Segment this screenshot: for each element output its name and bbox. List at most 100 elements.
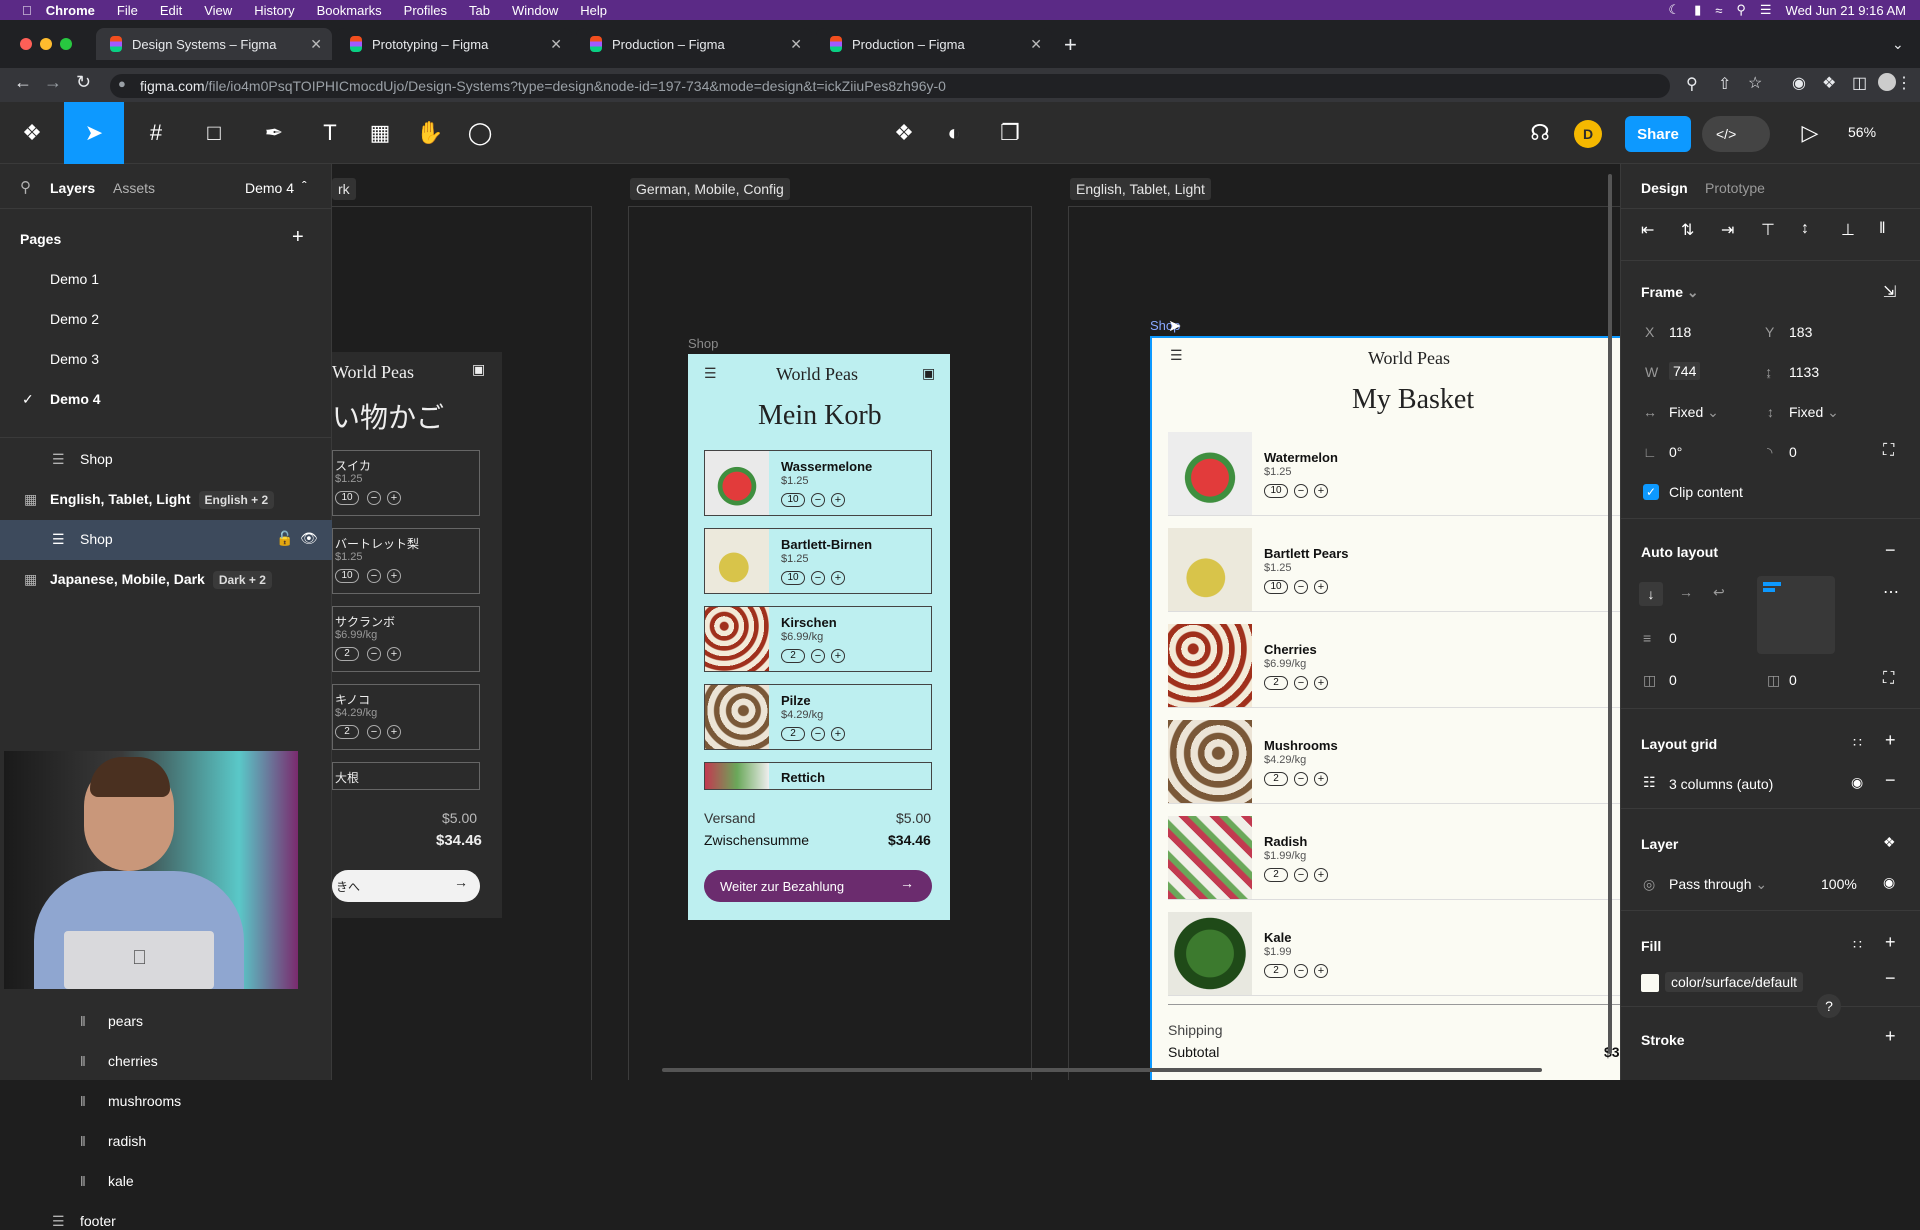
- vertical-padding-input[interactable]: 0: [1789, 672, 1797, 688]
- layer-styles-icon[interactable]: ❖: [1883, 834, 1896, 851]
- layer-pears[interactable]: pears: [108, 1013, 143, 1029]
- minus-button[interactable]: −: [367, 491, 381, 505]
- figma-main-menu-icon[interactable]: ❖: [8, 102, 56, 164]
- lock-icon[interactable]: ●: [118, 76, 126, 91]
- sidebar-icon[interactable]: ◫: [1852, 73, 1867, 93]
- quantity-field[interactable]: 2: [1264, 676, 1288, 690]
- design-canvas[interactable]: rk German, Mobile, Config English, Table…: [332, 164, 1620, 1080]
- tab-prototype[interactable]: Prototype: [1705, 180, 1765, 196]
- minus-button[interactable]: −: [1294, 772, 1308, 786]
- page-item-demo3[interactable]: Demo 3: [50, 351, 99, 367]
- puzzle-icon[interactable]: ❖: [1822, 73, 1836, 93]
- fill-swatch[interactable]: [1641, 974, 1659, 992]
- tab-assets[interactable]: Assets: [113, 180, 155, 196]
- battery-icon[interactable]: ▮: [1694, 2, 1701, 18]
- hamburger-menu-icon[interactable]: ☰: [1170, 348, 1183, 365]
- menu-profiles[interactable]: Profiles: [404, 3, 447, 18]
- cart-item-mushrooms[interactable]: Mushrooms $4.29/kg 2 − +: [1168, 720, 1620, 804]
- direction-vertical-icon[interactable]: ↓: [1639, 582, 1663, 606]
- menu-tab[interactable]: Tab: [469, 3, 490, 18]
- align-center-h-icon[interactable]: ⇅: [1681, 220, 1694, 240]
- layer-mushrooms[interactable]: mushrooms: [108, 1093, 181, 1109]
- quantity-field[interactable]: 2: [781, 649, 805, 663]
- minus-button[interactable]: −: [1294, 676, 1308, 690]
- fill-styles-icon[interactable]: ∷: [1853, 936, 1862, 953]
- wifi-icon[interactable]: ≈: [1715, 3, 1722, 18]
- pen-tool-icon[interactable]: ✒: [250, 102, 298, 164]
- variable-mode-badge[interactable]: English + 2: [198, 491, 275, 509]
- height-mode-select[interactable]: Fixed ⌄: [1789, 404, 1839, 421]
- cart-item[interactable]: サクランボ $6.99/kg 2 − +: [332, 606, 480, 672]
- moon-icon[interactable]: ☾: [1668, 2, 1680, 18]
- cart-item-kirschen[interactable]: Kirschen $6.99/kg 2 − +: [704, 606, 932, 672]
- remove-layout-grid-icon[interactable]: −: [1885, 770, 1896, 791]
- plus-button[interactable]: +: [831, 649, 845, 663]
- plus-button[interactable]: +: [387, 725, 401, 739]
- frame-label-shop-small[interactable]: Shop: [688, 336, 718, 351]
- page-item-demo4[interactable]: Demo 4: [50, 391, 101, 407]
- quantity-field[interactable]: 2: [1264, 772, 1288, 786]
- minus-button[interactable]: −: [811, 727, 825, 741]
- cart-item[interactable]: キノコ $4.29/kg 2 − +: [332, 684, 480, 750]
- plus-button[interactable]: +: [1314, 964, 1328, 978]
- cart-item-wassermelone[interactable]: Wassermelone $1.25 10 − +: [704, 450, 932, 516]
- gap-input[interactable]: 0: [1669, 630, 1677, 646]
- layer-shop-selected[interactable]: Shop: [80, 531, 113, 547]
- layer-footer[interactable]: footer: [80, 1213, 116, 1229]
- eye-icon[interactable]: ◉: [1851, 774, 1863, 791]
- grid-styles-icon[interactable]: ∷: [1853, 734, 1862, 751]
- component-icon[interactable]: ❖: [880, 102, 928, 164]
- page-item-demo2[interactable]: Demo 2: [50, 311, 99, 327]
- plus-button[interactable]: +: [831, 493, 845, 507]
- rotation-input[interactable]: 0°: [1669, 444, 1682, 460]
- menu-view[interactable]: View: [204, 3, 232, 18]
- cart-item-cherries[interactable]: Cherries $6.99/kg 2 − +: [1168, 624, 1620, 708]
- cart-item-radish[interactable]: Radish $1.99/kg 2 − +: [1168, 816, 1620, 900]
- cart-item[interactable]: スイカ $1.25 10 − +: [332, 450, 480, 516]
- window-close-button[interactable]: [20, 38, 32, 50]
- page-selector[interactable]: Demo 4: [245, 180, 294, 196]
- chevron-down-icon[interactable]: ⌄: [1892, 36, 1904, 53]
- quantity-field[interactable]: 2: [335, 647, 359, 661]
- distribute-icon[interactable]: ‖: [1879, 220, 1886, 238]
- quantity-field[interactable]: 10: [335, 569, 359, 583]
- width-input[interactable]: 744: [1669, 362, 1701, 380]
- cart-item-kale[interactable]: Kale $1.99 2 − +: [1168, 912, 1620, 996]
- minus-button[interactable]: −: [811, 493, 825, 507]
- x-input[interactable]: 118: [1669, 324, 1691, 340]
- extension-icon[interactable]: ◉: [1792, 73, 1806, 93]
- minus-button[interactable]: −: [1294, 580, 1308, 594]
- minus-button[interactable]: −: [367, 569, 381, 583]
- menu-file[interactable]: File: [117, 3, 138, 18]
- basket-icon[interactable]: ▣: [472, 362, 485, 379]
- chevron-up-icon[interactable]: ˆ: [302, 178, 307, 194]
- menu-history[interactable]: History: [254, 3, 294, 18]
- page-item-demo1[interactable]: Demo 1: [50, 271, 99, 287]
- minus-button[interactable]: −: [367, 647, 381, 661]
- frame-label-partial[interactable]: rk: [332, 178, 356, 200]
- text-tool-icon[interactable]: T: [306, 102, 354, 164]
- tab-production-2[interactable]: Production – Figma ✕: [816, 28, 1052, 60]
- horizontal-padding-input[interactable]: 0: [1669, 672, 1677, 688]
- frame-tool-icon[interactable]: #: [132, 102, 180, 164]
- minus-button[interactable]: −: [1294, 868, 1308, 882]
- close-icon[interactable]: ✕: [550, 36, 562, 53]
- menu-window[interactable]: Window: [512, 3, 558, 18]
- layer-frame-english-tablet[interactable]: English, Tablet, Light English + 2: [50, 491, 275, 509]
- url-field[interactable]: figma.com/file/io4m0PsqTOIPHICmocdUjo/De…: [110, 74, 1670, 98]
- y-input[interactable]: 183: [1789, 324, 1812, 340]
- layer-radish[interactable]: radish: [108, 1133, 146, 1149]
- share-page-icon[interactable]: ⇧: [1718, 74, 1731, 94]
- quantity-field[interactable]: 10: [1264, 580, 1288, 594]
- layout-grid-value[interactable]: 3 columns (auto): [1669, 776, 1773, 792]
- share-button[interactable]: Share: [1625, 116, 1691, 152]
- cart-item-pears[interactable]: Bartlett Pears $1.25 10 − +: [1168, 528, 1620, 612]
- resources-tool-icon[interactable]: ▦: [356, 102, 404, 164]
- checkout-button[interactable]: Weiter zur Bezahlung →: [704, 870, 932, 902]
- spotlight-icon[interactable]: ⚲: [1736, 2, 1746, 18]
- align-right-icon[interactable]: ⇥: [1721, 220, 1734, 240]
- rectangle-tool-icon[interactable]: □: [190, 102, 238, 164]
- move-tool-icon[interactable]: ➤: [64, 102, 124, 164]
- plus-button[interactable]: +: [831, 571, 845, 585]
- contrast-icon[interactable]: ◐: [930, 102, 978, 164]
